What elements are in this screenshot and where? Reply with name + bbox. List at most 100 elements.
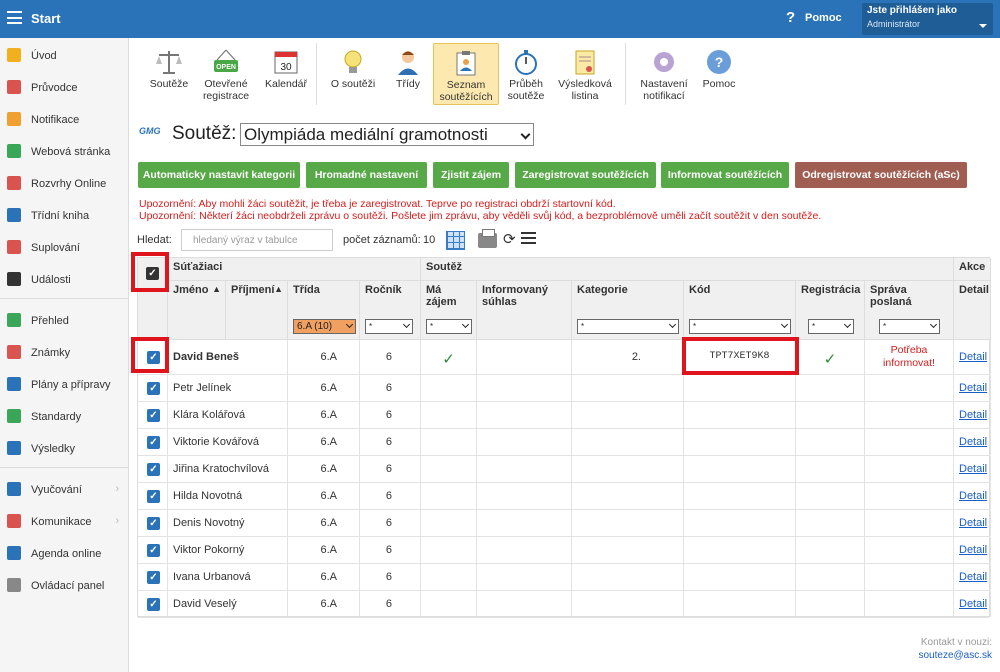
calendar-icon: 30 <box>272 48 300 76</box>
warning-inform: Upozornění: Některí žáci neobdrželi zprá… <box>139 210 822 222</box>
row-checkbox[interactable]: ✓ <box>147 517 160 530</box>
col-surname[interactable]: Příjmení ▲ <box>226 281 288 340</box>
message-filter-select[interactable]: * <box>879 319 940 334</box>
toolbar-button-6[interactable]: Seznam soutěžících <box>433 43 499 105</box>
toolbar-button-1[interactable]: Soutěže <box>142 43 196 105</box>
col-code-label: Kód <box>689 284 711 296</box>
detail-link[interactable]: Detail <box>959 409 987 421</box>
register-button[interactable]: Zaregistrovat soutěžících <box>515 162 656 188</box>
row-checkbox[interactable]: ✓ <box>147 571 160 584</box>
student-name: Petr Jelínek <box>173 382 232 394</box>
toolbar-button-9[interactable]: Nastavení notifikací <box>630 43 698 105</box>
detail-link[interactable]: Detail <box>959 382 987 394</box>
detail-link[interactable]: Detail <box>959 351 987 363</box>
toolbar-button-5[interactable]: Třídy <box>388 43 428 105</box>
student-class: 6.A <box>320 598 337 610</box>
help-icon[interactable]: ? <box>786 9 795 26</box>
row-checkbox[interactable]: ✓ <box>147 409 160 422</box>
toolbar-button-10[interactable]: ? Pomoc <box>695 43 743 105</box>
message-status-cell <box>865 375 954 401</box>
event-icon <box>7 272 21 286</box>
sidebar-item-12[interactable]: Standardy <box>0 401 128 431</box>
detail-link[interactable]: Detail <box>959 436 987 448</box>
toolbar-button-2[interactable]: OPEN Otevřené registrace <box>196 43 256 105</box>
sidebar-item-5[interactable]: Rozvrhy Online <box>0 168 128 198</box>
col-registration-label: Registrácia <box>801 284 861 296</box>
table-row: ✓ David Beneš 6.A 6 ✓ 2. TPT7XET9K8 ✓ Potřeba in… <box>138 340 991 375</box>
toolbar-button-8[interactable]: Výsledková listina <box>552 43 618 105</box>
sidebar-item-1[interactable]: Úvod <box>0 40 128 70</box>
sidebar-item-6[interactable]: Třídní kniha <box>0 200 128 230</box>
detail-link[interactable]: Detail <box>959 463 987 475</box>
row-checkbox[interactable]: ✓ <box>147 598 160 611</box>
row-checkbox[interactable]: ✓ <box>147 436 160 449</box>
student-name: David Veselý <box>173 598 237 610</box>
contest-select[interactable]: Olympiáda mediální gramotnosti <box>240 123 534 146</box>
sidebar-item-label: Plány a přípravy <box>31 379 111 391</box>
sidebar-item-8[interactable]: Události <box>0 264 128 294</box>
sidebar-item-13[interactable]: Výsledky <box>0 433 128 463</box>
start-code-cell <box>684 537 796 563</box>
toolbar-button-3[interactable]: 30 Kalendář <box>257 43 315 105</box>
row-checkbox[interactable]: ✓ <box>147 544 160 557</box>
inform-button[interactable]: Informovat soutěžících <box>661 162 789 188</box>
detail-link[interactable]: Detail <box>959 598 987 610</box>
class-filter-select[interactable]: 6.A (10) <box>293 319 356 334</box>
start-code-cell <box>684 402 796 428</box>
sidebar-item-17[interactable]: Ovládací panel <box>0 570 128 600</box>
col-consent[interactable]: Informovaný súhlas <box>477 281 572 340</box>
interest-check-cell: ✓ <box>421 340 477 374</box>
student-name-cell: Ivana Urbanová <box>168 564 288 590</box>
row-select-cell: ✓ <box>138 564 168 590</box>
student-year-cell: 6 <box>360 456 421 482</box>
sidebar-item-3[interactable]: Notifikace <box>0 104 128 134</box>
column-list-icon[interactable] <box>521 232 536 244</box>
sidebar-item-10[interactable]: Známky <box>0 337 128 367</box>
app-title[interactable]: Start <box>31 11 61 26</box>
registration-filter-select[interactable]: * <box>808 319 854 334</box>
sidebar-item-2[interactable]: Průvodce <box>0 72 128 102</box>
col-name[interactable]: Jméno ▲ <box>168 281 226 340</box>
code-filter-select[interactable]: * <box>689 319 791 334</box>
contact-email[interactable]: souteze@asc.sk <box>918 650 992 661</box>
sidebar-item-16[interactable]: Agenda online <box>0 538 128 568</box>
toolbar-button-7[interactable]: Průběh soutěže <box>500 43 552 105</box>
toolbar-button-label: Třídy <box>396 78 420 90</box>
message-status-cell <box>865 429 954 455</box>
sidebar-item-label: Standardy <box>31 411 82 423</box>
sidebar-item-15[interactable]: Komunikace › <box>0 506 128 536</box>
row-checkbox[interactable]: ✓ <box>147 382 160 395</box>
consent-cell <box>477 510 572 536</box>
interest-filter-select[interactable]: * <box>426 319 472 334</box>
find-interest-button[interactable]: Zjistit zájem <box>433 162 509 188</box>
unregister-button[interactable]: Odregistrovat soutěžících (aSc) <box>795 162 967 188</box>
hamburger-icon[interactable] <box>7 11 22 24</box>
sidebar-item-label: Třídní kniha <box>31 210 90 222</box>
sidebar-item-4[interactable]: Webová stránka <box>0 136 128 166</box>
row-checkbox[interactable]: ✓ <box>147 463 160 476</box>
detail-link[interactable]: Detail <box>959 544 987 556</box>
sidebar-item-9[interactable]: Přehled <box>0 305 128 335</box>
detail-link[interactable]: Detail <box>959 571 987 583</box>
print-icon[interactable] <box>478 229 497 248</box>
detail-link-cell: Detail <box>954 375 991 401</box>
search-input[interactable]: hledaný výraz v tabulce <box>181 229 333 251</box>
user-menu[interactable]: Jste přihlášen jako Administrátor <box>862 3 993 35</box>
detail-link-cell: Detail <box>954 510 991 536</box>
row-checkbox[interactable]: ✓ <box>147 490 160 503</box>
year-filter-select[interactable]: * <box>365 319 413 334</box>
student-year-cell: 6 <box>360 429 421 455</box>
help-link[interactable]: Pomoc <box>805 12 842 24</box>
auto-category-button[interactable]: Automaticky nastavit kategorii <box>138 162 300 188</box>
sidebar-item-14[interactable]: Vyučování › <box>0 474 128 504</box>
refresh-icon[interactable]: ⟳ <box>503 230 516 248</box>
detail-link[interactable]: Detail <box>959 517 987 529</box>
sidebar-item-11[interactable]: Plány a přípravy <box>0 369 128 399</box>
toolbar-button-4[interactable]: O soutěži <box>321 43 385 105</box>
category-filter-select[interactable]: * <box>577 319 679 334</box>
bulk-settings-button[interactable]: Hromadné nastavení <box>306 162 427 188</box>
sidebar-item-7[interactable]: Suplování <box>0 232 128 262</box>
spreadsheet-icon[interactable] <box>446 231 465 250</box>
message-status-cell <box>865 483 954 509</box>
detail-link[interactable]: Detail <box>959 490 987 502</box>
